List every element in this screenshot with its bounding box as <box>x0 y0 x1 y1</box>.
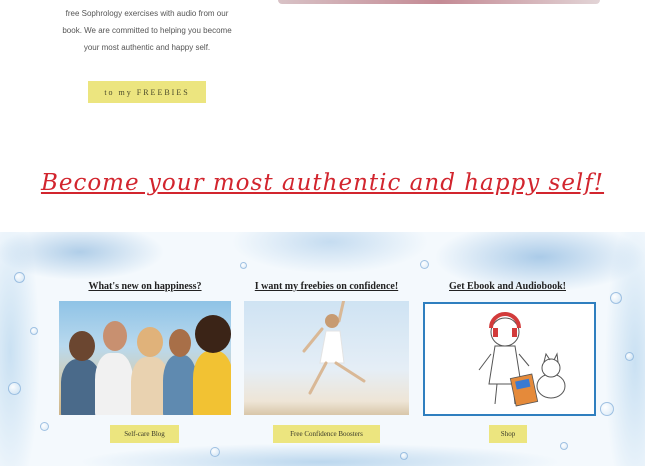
column-title-ebook[interactable]: Get Ebook and Audiobook! <box>423 281 592 292</box>
intro-line-3: your most authentic and happy self. <box>83 43 211 52</box>
bubble <box>610 292 622 304</box>
intro-line-2: book. We are committed to helping you be… <box>62 26 232 35</box>
bubble <box>210 447 220 457</box>
bubble <box>625 352 634 361</box>
jumping-woman-figure <box>302 301 366 395</box>
intro-line-1: free Sophrology exercises with audio fro… <box>65 9 229 18</box>
free-confidence-boosters-button[interactable]: Free Confidence Boosters <box>273 425 380 443</box>
tagline-text: Become your most authentic and happy sel… <box>40 170 605 196</box>
bubble <box>14 272 25 283</box>
group-of-friends-photo <box>59 301 231 415</box>
intro-text: free Sophrology exercises with audio fro… <box>54 5 240 56</box>
bubble <box>420 260 429 269</box>
bubble <box>600 402 614 416</box>
tagline: Become your most authentic and happy sel… <box>0 170 645 196</box>
column-title-freebies[interactable]: I want my freebies on confidence! <box>244 281 409 292</box>
girl-and-cat-illustration <box>478 312 566 407</box>
jumping-woman-photo <box>244 301 409 415</box>
shop-button[interactable]: Shop <box>489 425 527 443</box>
bubble <box>560 442 568 450</box>
self-care-blog-button[interactable]: Self-care Blog <box>110 425 179 443</box>
column-title-happiness[interactable]: What's new on happiness? <box>59 281 231 292</box>
freebies-button[interactable]: to my FREEBIES <box>88 81 206 103</box>
bubble <box>240 262 247 269</box>
bubble <box>8 382 21 395</box>
bubble <box>40 422 49 431</box>
bubble <box>30 327 38 335</box>
ebook-cartoon-image <box>423 302 596 416</box>
bubble <box>400 452 408 460</box>
hero-image-edge <box>278 0 600 4</box>
